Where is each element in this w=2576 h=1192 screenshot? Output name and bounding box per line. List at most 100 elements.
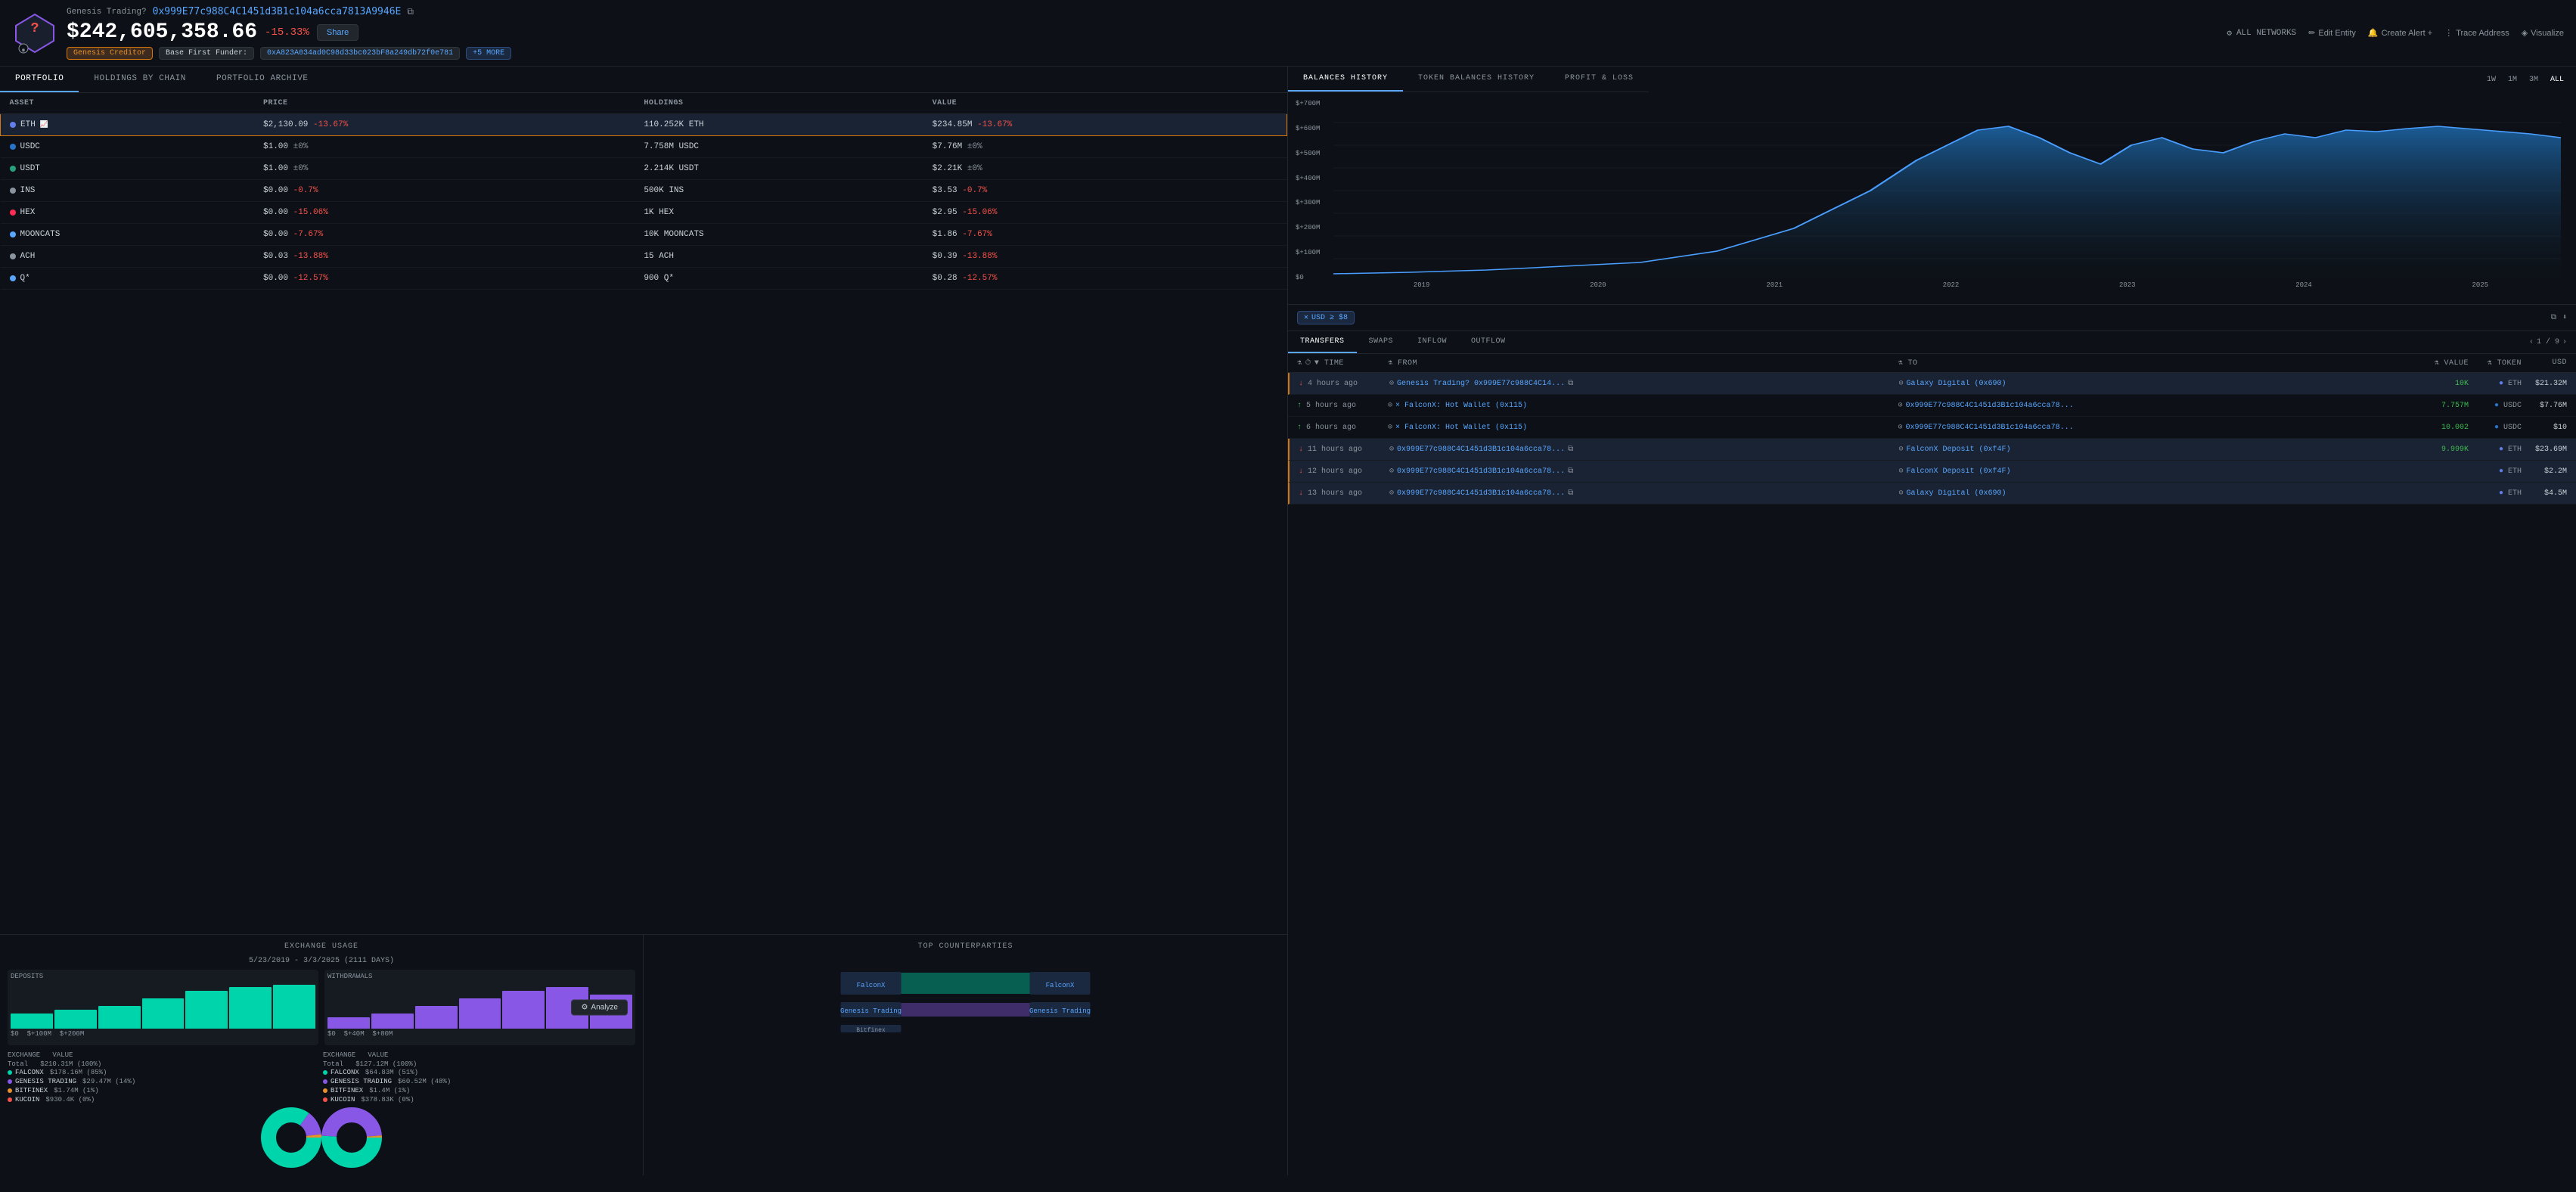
tab-holdings-by-chain[interactable]: HOLDINGS BY CHAIN <box>79 67 201 92</box>
copy-icon[interactable]: ⧉ <box>1568 489 1573 498</box>
legend-value: $1.4M (1%) <box>369 1087 410 1094</box>
filter-icon[interactable]: ⚗ <box>1297 359 1302 368</box>
token-dot: ● <box>2499 380 2503 388</box>
bar-2 <box>54 1010 97 1029</box>
tab-profit-loss[interactable]: PROFIT & LOSS <box>1550 67 1649 92</box>
gear-icon: ⚙ <box>581 1004 588 1012</box>
dep-legend: FALCONX $178.16M (85%) GENESIS TRADING $… <box>8 1068 320 1104</box>
copy-transfers-icon[interactable]: ⧉ <box>2551 313 2556 322</box>
asset-name: Q* <box>1 268 255 290</box>
legend-name: FALCONX <box>15 1069 44 1076</box>
filter-tok-icon[interactable]: ⚗ <box>2487 359 2492 368</box>
to-icon: ⊙ <box>1898 401 1903 410</box>
chart-icon: 📈 <box>40 121 48 129</box>
network-selector[interactable]: ⚙ ALL NETWORKS <box>2227 28 2296 39</box>
col-token-header: ⚗ TOKEN <box>2469 359 2522 368</box>
asset-symbol: ACH <box>20 252 36 261</box>
col-usd-header: USD <box>2522 359 2567 368</box>
bar-3 <box>98 1006 141 1029</box>
legend-dot <box>8 1097 12 1102</box>
transfer-row[interactable]: ↓ 13 hours ago ⊙ 0x999E77c988C4C1451d3B1… <box>1288 483 2576 504</box>
direction-icon: ↓ <box>1299 467 1303 476</box>
legend-dot <box>323 1070 327 1075</box>
to-address: Galaxy Digital (0x690) <box>1907 380 2006 388</box>
analyze-button[interactable]: ⚙ Analyze <box>571 1000 628 1016</box>
asset-row[interactable]: USDT $1.00 ±0% 2.214K USDT $2.21K ±0% <box>1 158 1287 180</box>
asset-row[interactable]: HEX $0.00 -15.06% 1K HEX $2.95 -15.06% <box>1 202 1287 224</box>
time-all[interactable]: ALL <box>2547 74 2567 85</box>
y-600m: $+600M <box>1296 125 1320 132</box>
to-icon: ⊙ <box>1899 467 1904 476</box>
download-icon[interactable]: ⬇ <box>2562 313 2567 322</box>
next-icon[interactable]: › <box>2562 338 2567 346</box>
legend-value: $178.16M (85%) <box>50 1069 107 1076</box>
transfer-row[interactable]: ↓ 4 hours ago ⊙ Genesis Trading? 0x999E7… <box>1288 373 2576 395</box>
transfer-row[interactable]: ↑ 5 hours ago ⊙ × FalconX: Hot Wallet (0… <box>1288 395 2576 417</box>
tab-balances-history[interactable]: BALANCES HISTORY <box>1288 67 1403 92</box>
exchange-title: EXCHANGE USAGE <box>8 942 635 951</box>
deposits-chart: DEPOSITS $0 $+100M $+200M <box>8 970 318 1045</box>
counterparties-chart: FalconX Genesis Trading Bitfinex FalconX… <box>651 957 1280 1123</box>
trace-address-button[interactable]: ⋮ Trace Address <box>2444 28 2509 38</box>
copy-icon[interactable]: ⧉ <box>1568 467 1573 476</box>
to-icon: ⊙ <box>1899 379 1904 388</box>
legend-dot <box>8 1079 12 1084</box>
filter-val-icon[interactable]: ⚗ <box>2434 359 2439 368</box>
asset-price: $0.00 -0.7% <box>254 180 635 202</box>
asset-row[interactable]: INS $0.00 -0.7% 500K INS $3.53 -0.7% <box>1 180 1287 202</box>
x-2025: 2025 <box>2472 281 2489 289</box>
asset-dot <box>10 253 16 259</box>
transfer-row[interactable]: ↑ 6 hours ago ⊙ × FalconX: Hot Wallet (0… <box>1288 417 2576 439</box>
transfer-to: ⊙ Galaxy Digital (0x690) <box>1899 489 2409 498</box>
create-alert-button[interactable]: 🔔 Create Alert + <box>2368 28 2432 38</box>
filter-chip-usd[interactable]: ✕ USD ≥ $8 <box>1297 311 1355 324</box>
asset-row[interactable]: ACH $0.03 -13.88% 15 ACH $0.39 -13.88% <box>1 246 1287 268</box>
prev-icon[interactable]: ‹ <box>2529 338 2534 346</box>
tab-outflow[interactable]: OUTFLOW <box>1459 331 1518 353</box>
filter-from-icon[interactable]: ⚗ <box>1388 359 1393 368</box>
transfer-row[interactable]: ↓ 11 hours ago ⊙ 0x999E77c988C4C1451d3B1… <box>1288 439 2576 461</box>
copy-icon[interactable]: ⧉ <box>407 7 414 17</box>
tab-portfolio-archive[interactable]: PORTFOLIO ARCHIVE <box>201 67 324 92</box>
asset-holdings: 10K MOONCATS <box>635 224 923 246</box>
transfer-token: ● USDC <box>2469 424 2522 432</box>
asset-holdings: 500K INS <box>635 180 923 202</box>
share-button[interactable]: Share <box>317 24 358 41</box>
tab-swaps[interactable]: SWAPS <box>1357 331 1406 353</box>
asset-row[interactable]: ETH 📈 $2,130.09 -13.67% 110.252K ETH $23… <box>1 114 1287 136</box>
time-1w[interactable]: 1W <box>2484 74 2499 85</box>
tab-inflow[interactable]: INFLOW <box>1405 331 1459 353</box>
asset-row[interactable]: USDC $1.00 ±0% 7.758M USDC $7.76M ±0% <box>1 136 1287 158</box>
token-dot: ● <box>2499 489 2503 498</box>
tab-transfers[interactable]: TRANSFERS <box>1288 331 1357 353</box>
time-1m[interactable]: 1M <box>2505 74 2520 85</box>
to-address: FalconX Deposit (0xf4F) <box>1907 467 2011 476</box>
asset-dot <box>10 122 16 128</box>
edit-entity-button[interactable]: ✏ Edit Entity <box>2308 28 2356 38</box>
from-address: × FalconX: Hot Wallet (0x115) <box>1395 424 1527 432</box>
filter-to-icon[interactable]: ⚗ <box>1898 359 1904 368</box>
asset-holdings: 2.214K USDT <box>635 158 923 180</box>
more-badge[interactable]: +5 MORE <box>466 47 511 60</box>
transfer-token: ● ETH <box>2469 380 2522 388</box>
badge-row: Genesis Creditor Base First Funder: 0xA8… <box>67 47 2218 60</box>
from-icon: ⊙ <box>1389 445 1394 454</box>
copy-icon[interactable]: ⧉ <box>1568 379 1573 388</box>
x-2019: 2019 <box>1414 281 1430 289</box>
asset-price: $0.03 -13.88% <box>254 246 635 268</box>
transfer-value: 9.999K <box>2408 445 2469 454</box>
transfer-usd: $4.5M <box>2522 489 2567 498</box>
asset-row[interactable]: MOONCATS $0.00 -7.67% 10K MOONCATS $1.86… <box>1 224 1287 246</box>
x-icon: ✕ <box>1304 313 1308 322</box>
time-3m[interactable]: 3M <box>2526 74 2541 85</box>
asset-row[interactable]: Q* $0.00 -12.57% 900 Q* $0.28 -12.57% <box>1 268 1287 290</box>
transfer-row[interactable]: ↓ 12 hours ago ⊙ 0x999E77c988C4C1451d3B1… <box>1288 461 2576 483</box>
tab-token-balances[interactable]: TOKEN BALANCES HISTORY <box>1403 67 1550 92</box>
visualize-button[interactable]: ◈ Visualize <box>2522 28 2564 38</box>
portfolio-tabs: PORTFOLIO HOLDINGS BY CHAIN PORTFOLIO AR… <box>0 67 1287 93</box>
tab-portfolio[interactable]: PORTFOLIO <box>0 67 79 92</box>
copy-icon[interactable]: ⧉ <box>1568 445 1573 454</box>
balance-chart-container: $+700M $+600M $+500M $+400M $+300M $+200… <box>1288 92 2576 304</box>
wbar-5 <box>502 991 545 1029</box>
asset-value: $0.28 -12.57% <box>923 268 1287 290</box>
